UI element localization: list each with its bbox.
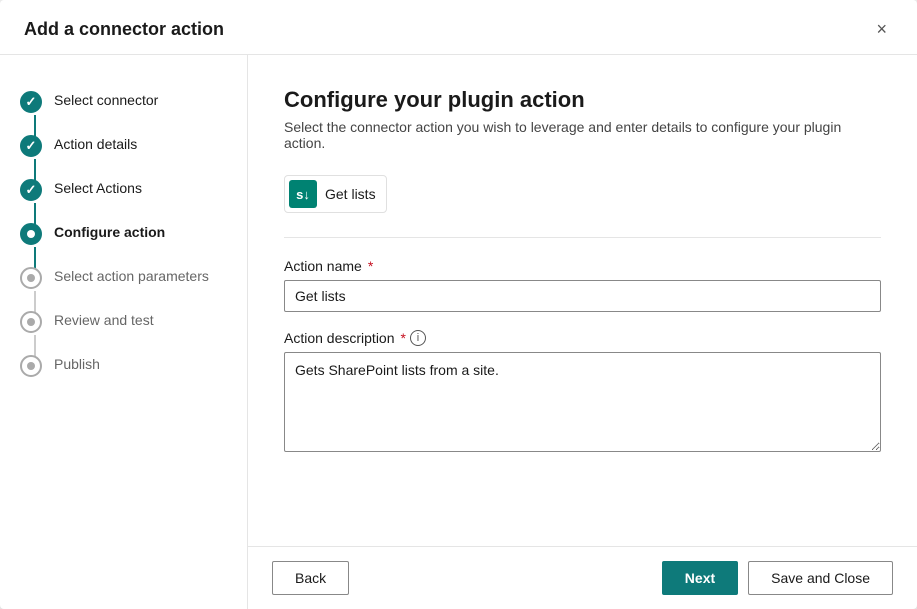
step-circle-select-connector: ✓ — [20, 91, 42, 113]
footer-left: Back — [272, 561, 349, 595]
action-chip-label: Get lists — [325, 186, 376, 202]
content-subtitle: Select the connector action you wish to … — [284, 119, 881, 151]
action-description-label: Action description * i — [284, 330, 881, 346]
content-area: Configure your plugin action Select the … — [248, 55, 917, 546]
step-circle-select-action-parameters — [20, 267, 42, 289]
sidebar-item-configure-action[interactable]: Configure action — [0, 215, 247, 259]
modal-header: Add a connector action × — [0, 0, 917, 55]
main-content: Configure your plugin action Select the … — [248, 55, 917, 609]
action-description-required: * — [401, 330, 406, 346]
sidebar-item-label-select-connector: Select connector — [54, 89, 158, 111]
step-circle-configure-action — [20, 223, 42, 245]
step-circle-select-actions: ✓ — [20, 179, 42, 201]
step-circle-review-and-test — [20, 311, 42, 333]
sidebar-item-review-and-test[interactable]: Review and test — [0, 303, 247, 347]
action-name-input[interactable] — [284, 280, 881, 312]
sidebar-item-action-details[interactable]: ✓ Action details — [0, 127, 247, 171]
footer-right: Next Save and Close — [662, 561, 893, 595]
next-button[interactable]: Next — [662, 561, 738, 595]
sidebar: ✓ Select connector ✓ Action details ✓ Se… — [0, 55, 248, 609]
action-description-input[interactable]: Gets SharePoint lists from a site. — [284, 352, 881, 452]
action-description-field-group: Action description * i Gets SharePoint l… — [284, 330, 881, 457]
sidebar-item-label-action-details: Action details — [54, 133, 137, 155]
action-icon: s↓ — [289, 180, 317, 208]
back-button[interactable]: Back — [272, 561, 349, 595]
step-circle-publish — [20, 355, 42, 377]
action-name-required: * — [368, 258, 373, 274]
close-button[interactable]: × — [870, 18, 893, 40]
info-icon[interactable]: i — [410, 330, 426, 346]
sidebar-item-label-configure-action: Configure action — [54, 221, 165, 243]
sidebar-item-label-select-actions: Select Actions — [54, 177, 142, 199]
action-icon-text: s↓ — [296, 187, 310, 202]
add-connector-action-modal: Add a connector action × ✓ Select connec… — [0, 0, 917, 609]
save-close-button[interactable]: Save and Close — [748, 561, 893, 595]
sidebar-item-label-review-and-test: Review and test — [54, 309, 154, 331]
modal-title: Add a connector action — [24, 19, 224, 40]
sidebar-item-label-publish: Publish — [54, 353, 100, 375]
action-chip: s↓ Get lists — [284, 175, 387, 213]
modal-body: ✓ Select connector ✓ Action details ✓ Se… — [0, 55, 917, 609]
sidebar-item-select-actions[interactable]: ✓ Select Actions — [0, 171, 247, 215]
sidebar-item-select-connector[interactable]: ✓ Select connector — [0, 83, 247, 127]
sidebar-item-publish[interactable]: Publish — [0, 347, 247, 391]
content-title: Configure your plugin action — [284, 87, 881, 113]
modal-footer: Back Next Save and Close — [248, 546, 917, 609]
action-name-field-group: Action name * — [284, 258, 881, 312]
sidebar-item-select-action-parameters[interactable]: Select action parameters — [0, 259, 247, 303]
sidebar-item-label-select-action-parameters: Select action parameters — [54, 265, 209, 287]
action-name-label: Action name * — [284, 258, 881, 274]
divider — [284, 237, 881, 238]
step-circle-action-details: ✓ — [20, 135, 42, 157]
